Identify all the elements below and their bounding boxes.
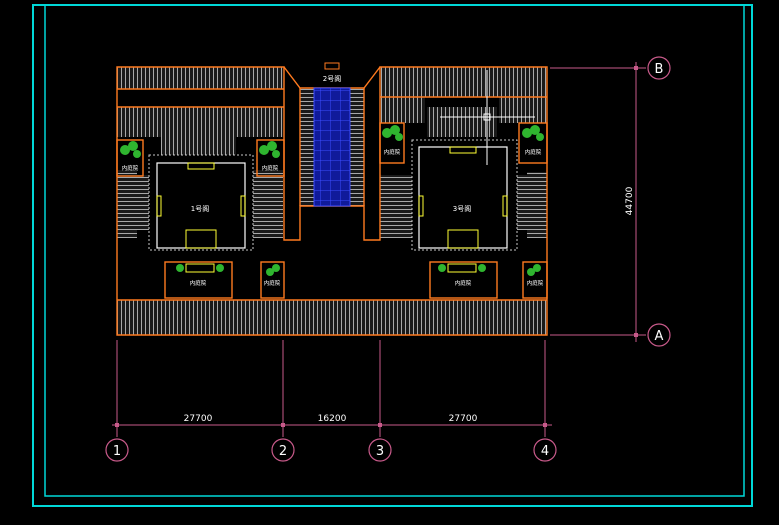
tree-icon — [438, 264, 486, 272]
hall-1 — [148, 154, 254, 251]
roof-center-right — [350, 88, 364, 206]
courtyard-label: 内庭院 — [527, 279, 544, 287]
tree-icon — [522, 125, 544, 141]
courtyard-stairs — [185, 263, 477, 273]
tree-icon — [120, 141, 141, 158]
svg-text:B: B — [655, 62, 664, 77]
cad-viewport[interactable]: 1号阁 3号阁 2号阁 内庭院 内庭院 内庭院 内庭院 内庭院 内庭院 内庭院 … — [0, 0, 779, 521]
dimension-1-2: 27700 — [184, 414, 213, 424]
axis-bubble-b: B — [647, 56, 671, 80]
courtyard-label: 内庭院 — [264, 279, 281, 287]
courtyard-label: 内庭院 — [384, 148, 401, 156]
tree-icon — [382, 125, 403, 141]
courtyard-label: 内庭院 — [262, 164, 279, 172]
building-1-label: 1号阁 — [191, 204, 209, 213]
axis-bubble-1: 1 — [105, 438, 129, 462]
tree-icon — [176, 264, 224, 272]
courtyard-label: 内庭院 — [455, 279, 472, 287]
svg-text:A: A — [655, 329, 664, 344]
svg-text:3: 3 — [376, 444, 384, 459]
courtyard-label: 内庭院 — [122, 164, 139, 172]
tree-icon — [259, 141, 280, 158]
building-2-label: 2号阁 — [323, 74, 341, 83]
roof-bottom-band — [117, 300, 547, 335]
hall-3 — [411, 139, 518, 251]
roof-left-top — [117, 67, 284, 89]
tree-icon — [527, 264, 541, 276]
building-3-label: 3号阁 — [453, 204, 471, 213]
courtyard-label: 内庭院 — [525, 148, 542, 156]
roof-right-top3 — [499, 97, 547, 123]
tower-gate — [324, 62, 340, 70]
roof-right-top — [380, 67, 547, 97]
tree-icon — [266, 264, 280, 276]
central-pool — [313, 87, 351, 207]
axis-bubble-a: A — [647, 323, 671, 347]
dimension-3-4: 27700 — [449, 414, 478, 424]
dimension-a-b: 44700 — [625, 186, 635, 215]
svg-text:2: 2 — [279, 444, 287, 459]
axis-bubble-3: 3 — [368, 438, 392, 462]
dimension-2-3: 16200 — [318, 414, 347, 424]
hall-3-outline — [418, 146, 508, 249]
courtyard-label: 内庭院 — [190, 279, 207, 287]
floor-plan-drawing: 1号阁 3号阁 2号阁 内庭院 内庭院 内庭院 内庭院 内庭院 内庭院 内庭院 … — [32, 4, 753, 507]
roof-center-left — [300, 88, 314, 206]
roof-left-wing — [117, 170, 137, 238]
axis-bubble-2: 2 — [271, 438, 295, 462]
svg-text:1: 1 — [113, 444, 121, 459]
axis-bubble-4: 4 — [533, 438, 557, 462]
roof-right-left — [380, 175, 417, 238]
roof-left-upper — [117, 107, 284, 137]
svg-text:4: 4 — [541, 444, 549, 459]
roof-right-top2 — [380, 97, 425, 123]
roof-right-wing — [527, 172, 547, 238]
